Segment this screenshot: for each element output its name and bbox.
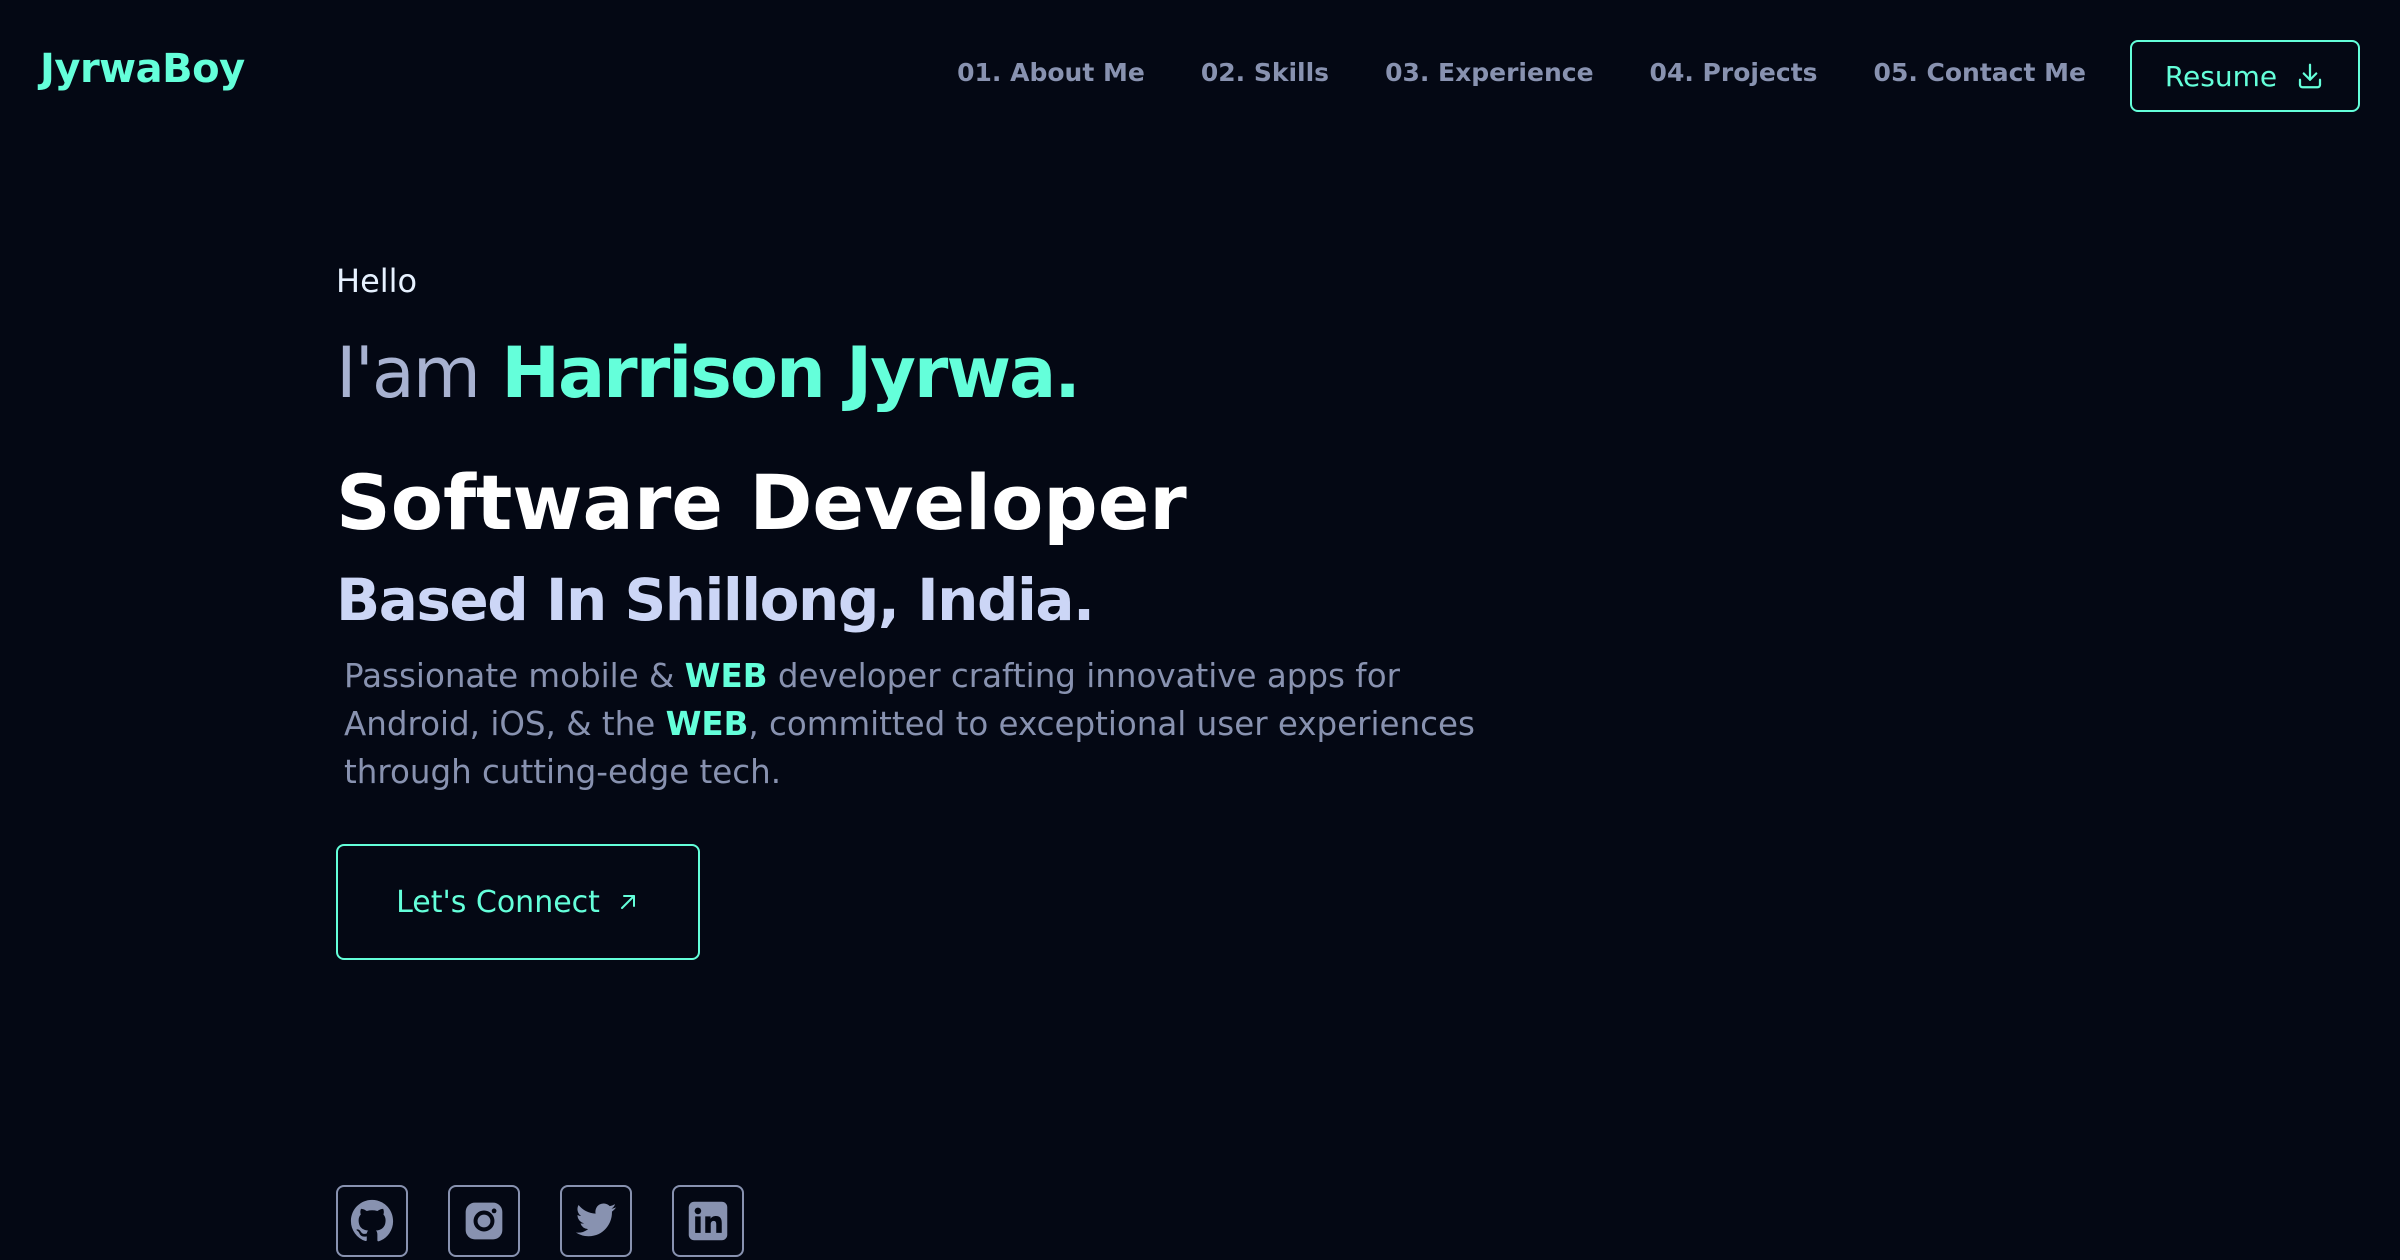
hero-name-heading: I'am Harrison Jyrwa. xyxy=(336,332,1081,414)
desc-highlight-web-1: WEB xyxy=(684,657,768,695)
download-icon xyxy=(2299,63,2322,89)
desc-part-1: Passionate mobile & xyxy=(344,657,685,695)
location-country: India. xyxy=(917,566,1095,634)
portfolio-page: JyrwaBoy 01. About Me 02. Skills 03. Exp… xyxy=(0,0,2400,1260)
resume-label: Resume xyxy=(2164,59,2278,93)
github-link[interactable] xyxy=(336,1185,408,1257)
desc-highlight-web-2: WEB xyxy=(665,705,749,743)
hero-role: Software Developer xyxy=(336,458,1187,547)
main-nav: 01. About Me 02. Skills 03. Experience 0… xyxy=(957,58,2086,87)
arrow-up-right-icon xyxy=(620,895,635,909)
linkedin-icon xyxy=(688,1201,728,1241)
hero-location: Based In Shillong, India. xyxy=(336,566,1095,634)
connect-label: Let's Connect xyxy=(396,884,600,920)
iam-prefix: I'am xyxy=(336,332,481,414)
twitter-link[interactable] xyxy=(560,1185,632,1257)
instagram-icon xyxy=(465,1202,503,1240)
nav-item-skills[interactable]: 02. Skills xyxy=(1201,58,1329,87)
hero-section: Hello I'am Harrison Jyrwa. Software Deve… xyxy=(336,262,1475,791)
github-icon xyxy=(350,1199,394,1242)
nav-item-contact[interactable]: 05. Contact Me xyxy=(1874,58,2086,87)
site-logo[interactable]: JyrwaBoy xyxy=(40,46,245,92)
twitter-icon xyxy=(575,1203,617,1237)
lets-connect-button[interactable]: Let's Connect xyxy=(336,844,700,960)
nav-item-about[interactable]: 01. About Me xyxy=(957,58,1145,87)
social-links xyxy=(336,1185,744,1257)
hero-greeting: Hello xyxy=(336,262,418,300)
linkedin-link[interactable] xyxy=(672,1185,744,1257)
instagram-link[interactable] xyxy=(448,1185,520,1257)
location-prefix: Based In Shillong, xyxy=(336,566,900,634)
resume-button[interactable]: Resume xyxy=(2130,40,2360,112)
nav-item-projects[interactable]: 04. Projects xyxy=(1650,58,1818,87)
hero-description: Passionate mobile & WEB developer crafti… xyxy=(344,652,1484,796)
hero-name: Harrison Jyrwa. xyxy=(501,332,1081,414)
nav-item-experience[interactable]: 03. Experience xyxy=(1385,58,1593,87)
